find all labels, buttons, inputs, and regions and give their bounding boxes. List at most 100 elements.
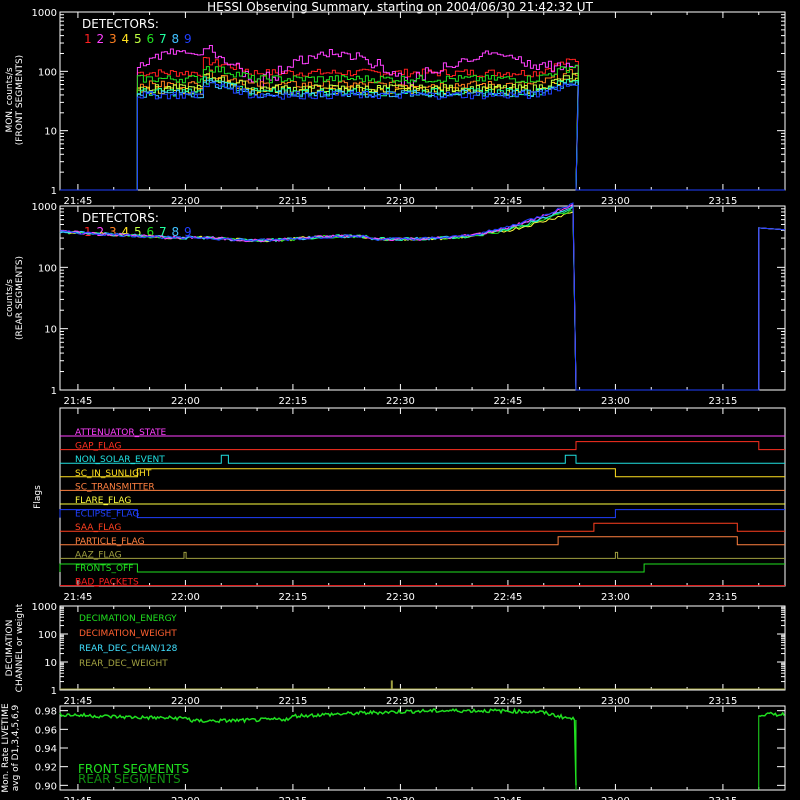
flag-label-fronts_off: FRONTS_OFF xyxy=(75,564,133,574)
detector-number: 9 xyxy=(184,32,192,46)
x-tick-label: 22:30 xyxy=(386,396,415,407)
x-tick-label: 21:45 xyxy=(64,796,93,800)
front-series-line xyxy=(60,81,785,191)
flags-axis-label: Flags xyxy=(33,485,43,509)
y-tick-label: 10 xyxy=(44,325,57,336)
x-tick-label: 22:45 xyxy=(494,592,523,603)
detector-number: 7 xyxy=(159,32,167,46)
x-tick-label: 22:15 xyxy=(279,796,308,800)
x-tick-label: 23:00 xyxy=(601,396,630,407)
observing-summary-chart: 21:45 22:00 22:15 22:30 22:45 23:00 23:1511010… xyxy=(1,8,786,800)
x-tick-label: 23:15 xyxy=(709,396,738,407)
detector-number: 1 xyxy=(84,32,92,46)
rear-series-line xyxy=(59,202,786,391)
front-panel-frame xyxy=(59,11,786,191)
x-tick-label: 23:15 xyxy=(709,796,738,800)
detectors-label: DETECTORS: xyxy=(82,17,159,31)
x-tick-label: 22:15 xyxy=(279,592,308,603)
livetime-legend-item: REAR SEGMENTS xyxy=(78,772,181,786)
detector-number: 2 xyxy=(97,225,105,239)
x-tick-label: 23:00 xyxy=(601,592,630,603)
rear-series-line xyxy=(59,205,786,391)
y-tick-label: 1000 xyxy=(32,8,57,19)
x-tick-label: 22:15 xyxy=(279,396,308,407)
flag-label-eclipse_flag: ECLIPSE_FLAG xyxy=(75,510,139,520)
x-tick-label: 22:30 xyxy=(386,696,415,707)
detector-number: 3 xyxy=(109,32,117,46)
y-axis-label: avg of D1,3,4,5,6,9 xyxy=(11,704,21,791)
x-tick-label: 22:15 xyxy=(279,696,308,707)
y-tick-label: 10 xyxy=(44,127,57,138)
x-tick-label: 21:45 xyxy=(64,592,93,603)
flags-panel-frame xyxy=(59,407,786,587)
detector-number: 2 xyxy=(97,32,105,46)
y-tick-label: 0.96 xyxy=(35,725,57,736)
y-axis-label: (REAR SEGMENTS) xyxy=(15,256,25,340)
decimation-legend-item: REAR_DEC_CHAN/128 xyxy=(79,644,178,654)
x-tick-label: 22:45 xyxy=(494,196,523,207)
flag-line xyxy=(60,441,785,451)
y-axis-label: DECIMATION xyxy=(5,620,15,677)
x-tick-label: 22:45 xyxy=(494,396,523,407)
y-axis-label: CHANNEL or weight xyxy=(15,603,25,692)
detectors-label: DETECTORS: xyxy=(82,211,159,225)
x-tick-label: 22:00 xyxy=(171,796,200,800)
flag-line xyxy=(60,454,785,464)
x-tick-label: 22:30 xyxy=(386,796,415,800)
y-tick-label: 0.90 xyxy=(35,781,57,792)
detector-number: 5 xyxy=(134,32,142,46)
x-tick-label: 21:45 xyxy=(64,196,93,207)
decimation-legend-item: REAR_DEC_WEIGHT xyxy=(79,659,168,669)
y-tick-label: 1 xyxy=(51,386,57,397)
y-tick-label: 1 xyxy=(51,686,57,697)
detector-number: 6 xyxy=(147,32,155,46)
y-tick-label: 1000 xyxy=(32,602,57,613)
front-series-line xyxy=(60,45,785,191)
x-tick-label: 21:45 xyxy=(64,396,93,407)
x-tick-label: 22:30 xyxy=(386,196,415,207)
rear-series-line xyxy=(59,203,786,391)
y-tick-label: 100 xyxy=(38,630,57,641)
y-tick-label: 1 xyxy=(51,186,57,197)
livetime-front-line xyxy=(758,711,785,717)
x-tick-label: 22:45 xyxy=(494,696,523,707)
flag-line xyxy=(60,551,785,559)
detector-number: 3 xyxy=(109,225,117,239)
x-tick-label: 22:00 xyxy=(171,696,200,707)
rear-series-line xyxy=(59,205,786,391)
x-tick-label: 23:15 xyxy=(709,196,738,207)
detector-number: 4 xyxy=(122,32,130,46)
x-tick-label: 21:45 xyxy=(64,696,93,707)
y-axis-label: (FRONT SEGMENTS) xyxy=(15,55,25,145)
flag-line xyxy=(59,563,785,573)
x-tick-label: 22:30 xyxy=(386,592,415,603)
detector-number: 8 xyxy=(172,32,180,46)
x-tick-label: 22:15 xyxy=(279,196,308,207)
x-tick-label: 23:15 xyxy=(709,696,738,707)
x-tick-label: 23:15 xyxy=(709,592,738,603)
y-axis-label: Mon. Rate LIVETIME xyxy=(1,703,11,793)
x-tick-label: 23:00 xyxy=(601,696,630,707)
flag-line xyxy=(60,522,785,532)
y-axis-label: MON. counts/s xyxy=(5,67,15,132)
x-tick-label: 23:00 xyxy=(601,796,630,800)
x-tick-label: 22:00 xyxy=(171,592,200,603)
flag-line xyxy=(59,509,785,519)
y-tick-label: 0.94 xyxy=(35,744,57,755)
y-tick-label: 0.98 xyxy=(35,707,57,718)
flag-line xyxy=(60,536,785,546)
y-tick-label: 10 xyxy=(44,658,57,669)
decimation-legend-item: DECIMATION_ENERGY xyxy=(79,614,177,624)
y-axis-label: counts/s xyxy=(5,279,15,317)
flag-line xyxy=(60,468,785,478)
y-tick-label: 0.92 xyxy=(35,763,57,774)
rear-panel-frame xyxy=(59,205,786,391)
front-series-line xyxy=(60,64,785,191)
x-tick-label: 22:00 xyxy=(171,196,200,207)
x-tick-label: 22:45 xyxy=(494,796,523,800)
y-tick-label: 100 xyxy=(38,67,57,78)
front-series-line xyxy=(60,79,785,191)
decimation-legend-item: DECIMATION_WEIGHT xyxy=(79,629,177,639)
x-tick-label: 23:00 xyxy=(601,196,630,207)
x-tick-label: 22:00 xyxy=(171,396,200,407)
